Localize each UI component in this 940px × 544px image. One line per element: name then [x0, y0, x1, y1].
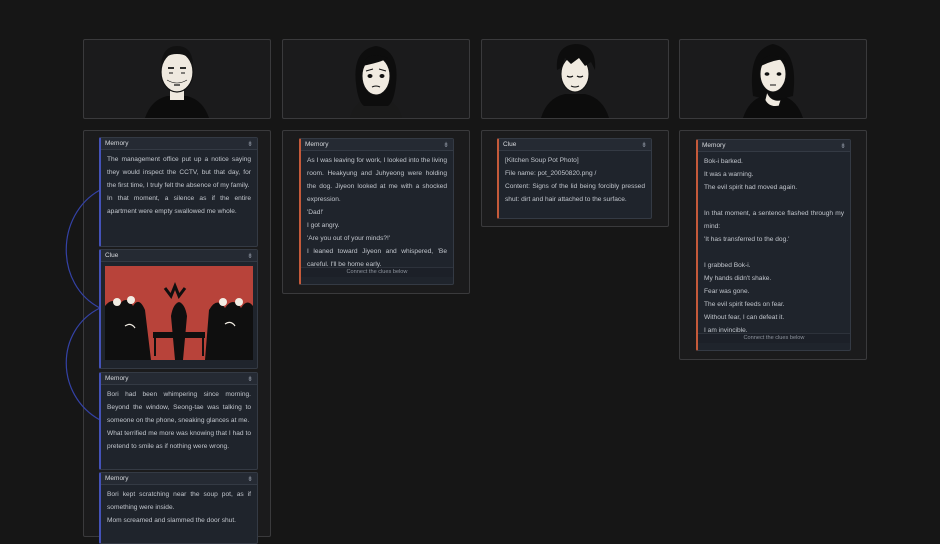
card-text-line: I grabbed Bok-i.	[704, 262, 751, 269]
card-text-line: The management office put up a notice sa…	[107, 156, 251, 189]
card-header: Memory ⇟	[101, 473, 257, 485]
card-header: Memory ⇟	[101, 138, 257, 150]
card-text-line: The evil spirit feeds on fear.	[704, 301, 785, 308]
card-text-line: In that moment, a sentence flashed throu…	[704, 210, 844, 230]
card-text-line: Bok-i barked.	[704, 158, 743, 165]
worried-woman-portrait-icon	[350, 46, 402, 118]
card-body: The management office put up a notice sa…	[101, 150, 257, 220]
card-header: Clue ⇟	[101, 250, 257, 262]
card-text-line: File name: pot_20050820.png /	[505, 170, 597, 177]
memory-card[interactable]: Memory ⇟ As I was leaving for work, I lo…	[299, 138, 454, 285]
pin-icon[interactable]: ⇟	[443, 141, 449, 149]
card-text-line	[704, 194, 844, 207]
card-body: [Kitchen Soup Pot Photo] File name: pot_…	[499, 151, 651, 208]
card-body: As I was leaving for work, I looked into…	[301, 151, 453, 268]
pin-icon[interactable]: ⇟	[641, 141, 647, 149]
card-body: Bori kept scratching near the soup pot, …	[101, 485, 257, 529]
ritual-scene-image	[105, 266, 253, 360]
clue-card[interactable]: Clue ⇟ [Kitchen Soup Pot Photo] File nam…	[497, 138, 652, 219]
card-text-line: What terrified me more was knowing that …	[107, 430, 251, 450]
card-type-label: Memory	[105, 375, 129, 382]
card-body: Bori had been whimpering since morning. …	[101, 385, 257, 455]
pin-icon[interactable]: ⇟	[840, 142, 846, 150]
card-text-line: Without fear, I can defeat it.	[704, 314, 785, 321]
card-text-line: I got angry.	[307, 222, 340, 229]
clue-image-card[interactable]: Clue ⇟	[99, 249, 258, 369]
memory-card[interactable]: Memory ⇟ Bori kept scratching near the s…	[99, 472, 258, 544]
pin-icon[interactable]: ⇟	[247, 475, 253, 483]
card-type-label: Memory	[305, 141, 329, 148]
card-type-label: Memory	[105, 475, 129, 482]
card-type-label: Memory	[702, 142, 726, 149]
card-text-line: As I was leaving for work, I looked into…	[307, 157, 448, 203]
card-text-line: It was a warning.	[704, 171, 754, 178]
character-portrait-3[interactable]	[481, 39, 669, 119]
pin-icon[interactable]: ⇟	[247, 252, 253, 260]
pin-icon[interactable]: ⇟	[247, 140, 253, 148]
card-header: Memory ⇟	[101, 373, 257, 385]
character-portrait-2[interactable]	[282, 39, 470, 119]
card-text-line	[704, 246, 844, 259]
young-woman-portrait-icon	[743, 44, 803, 118]
card-body: Bok-i barked. It was a warning. The evil…	[698, 152, 850, 334]
card-text-line: The evil spirit had moved again.	[704, 184, 798, 191]
pin-icon[interactable]: ⇟	[247, 375, 253, 383]
character-portrait-1[interactable]	[83, 39, 271, 119]
card-header: Clue ⇟	[499, 139, 651, 151]
memory-card[interactable]: Memory ⇟ Bori had been whimpering since …	[99, 372, 258, 470]
card-type-label: Memory	[105, 140, 129, 147]
card-text-line: 'Dad!'	[307, 209, 324, 216]
memory-card[interactable]: Memory ⇟ The management office put up a …	[99, 137, 258, 247]
card-text-line: 'Are you out of your minds?!'	[307, 235, 391, 242]
card-text-line: Bori had been whimpering since morning. …	[107, 391, 251, 424]
memory-card[interactable]: Memory ⇟ Bok-i barked. It was a warning.…	[696, 139, 851, 351]
card-type-label: Clue	[503, 141, 517, 148]
card-header: Memory ⇟	[301, 139, 453, 151]
card-type-label: Clue	[105, 252, 119, 259]
young-man-portrait-icon	[541, 44, 609, 118]
card-text-line: [Kitchen Soup Pot Photo]	[505, 157, 579, 164]
card-text-line: 'It has transferred to the dog.'	[704, 236, 790, 243]
older-man-portrait-icon	[145, 46, 209, 118]
card-header: Memory ⇟	[698, 140, 850, 152]
card-text-line: Fear was gone.	[704, 288, 750, 295]
ritual-crowd-icon	[105, 266, 253, 360]
card-text-line: Content: Signs of the lid being forcibly…	[505, 183, 645, 203]
character-portrait-4[interactable]	[679, 39, 867, 119]
card-text-line: Mom screamed and slammed the door shut.	[107, 517, 237, 524]
card-text-line: Bori kept scratching near the soup pot, …	[107, 491, 251, 511]
card-text-line: In that moment, a silence as if the enti…	[107, 195, 251, 215]
card-text-line: My hands didn't shake.	[704, 275, 772, 282]
